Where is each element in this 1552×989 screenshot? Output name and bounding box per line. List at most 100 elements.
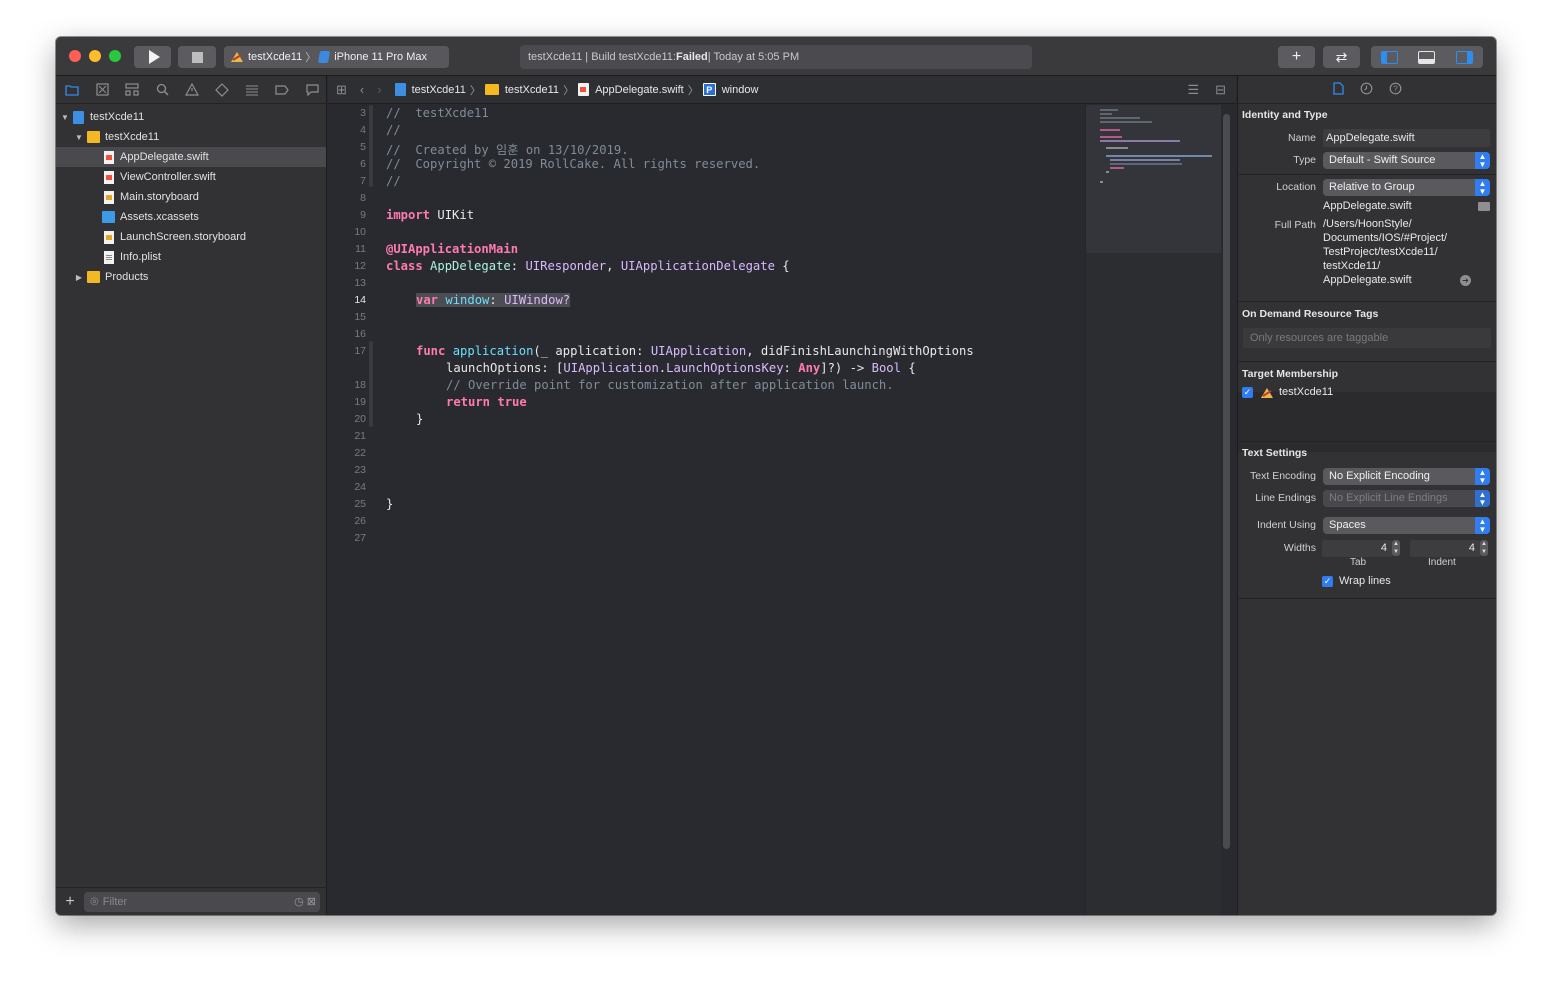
- minimap-visible-region[interactable]: [1086, 105, 1221, 253]
- jumpbar-group[interactable]: testXcde11: [505, 84, 559, 96]
- type-name: UIApplicationDelegate: [620, 259, 775, 273]
- chevron-right-icon: 〉: [305, 52, 317, 64]
- full-path-line: AppDelegate.swift: [1323, 274, 1412, 286]
- navigator-filter-bar: + ◎ Filter ◷ ⊠: [56, 887, 327, 915]
- toggle-debug-area-button[interactable]: [1408, 46, 1445, 68]
- code-review-button[interactable]: ⇄: [1323, 46, 1360, 68]
- report-icon[interactable]: [304, 82, 320, 98]
- toggle-inspector-button[interactable]: [1446, 46, 1483, 68]
- location-popup-value: Relative to Group: [1329, 181, 1415, 193]
- divider: [1238, 598, 1496, 599]
- tab-width-stepper[interactable]: ▲ ▼: [1392, 540, 1400, 556]
- tab-width-field[interactable]: 4: [1322, 540, 1392, 557]
- tree-row-project[interactable]: ▼ testXcde11: [56, 107, 326, 127]
- code-text: :: [489, 293, 505, 307]
- filter-input[interactable]: ◎ Filter ◷ ⊠: [84, 891, 320, 912]
- line-endings-popup[interactable]: No Explicit Line Endings ▲ ▼: [1323, 490, 1490, 507]
- minimap-line: [1100, 140, 1180, 142]
- recent-files-icon[interactable]: ◷ ⊠: [294, 895, 316, 908]
- type-name: UIApplication: [563, 361, 659, 375]
- issue-warning-icon[interactable]: [184, 82, 200, 98]
- tab-sub-label: Tab: [1350, 557, 1367, 568]
- plist-file-icon: [104, 250, 114, 264]
- bottom-panel-icon: [1418, 50, 1436, 64]
- indent-using-popup[interactable]: Spaces ▲ ▼: [1323, 517, 1490, 534]
- tree-row-file[interactable]: Info.plist: [56, 247, 326, 267]
- quick-help-icon[interactable]: ?: [1389, 82, 1402, 98]
- play-icon: [148, 50, 160, 64]
- tree-row-file[interactable]: LaunchScreen.storyboard: [56, 227, 326, 247]
- toggle-navigator-button[interactable]: [1371, 46, 1408, 68]
- tree-row-file[interactable]: Assets.xcassets: [56, 207, 326, 227]
- type-popup-value: Default - Swift Source: [1329, 154, 1436, 166]
- wrap-lines-checkbox[interactable]: ✓: [1322, 576, 1333, 587]
- test-diamond-icon[interactable]: [214, 82, 230, 98]
- tree-row-group[interactable]: ▼ testXcde11: [56, 127, 326, 147]
- jumpbar-symbol[interactable]: window: [722, 84, 759, 96]
- reveal-in-finder-icon[interactable]: ➔: [1460, 275, 1471, 286]
- line-endings-popup-value: No Explicit Line Endings: [1329, 492, 1448, 504]
- type-popup[interactable]: Default - Swift Source ▲ ▼: [1323, 152, 1490, 169]
- history-inspector-icon[interactable]: [1360, 82, 1373, 98]
- type-name: UIWindow?: [504, 293, 571, 307]
- line-number: 6: [360, 158, 366, 170]
- tree-row-file[interactable]: Main.storyboard: [56, 187, 326, 207]
- activity-viewer[interactable]: testXcde11 | Build testXcde11: Failed | …: [520, 45, 1032, 69]
- code-fold-ribbon[interactable]: [369, 341, 373, 427]
- tree-row-group[interactable]: ▶ Products: [56, 267, 326, 287]
- zoom-window-button[interactable]: [109, 50, 121, 62]
- editor-scrollbar[interactable]: [1223, 114, 1230, 849]
- minimap-line: [1106, 171, 1109, 173]
- encoding-popup[interactable]: No Explicit Encoding ▲ ▼: [1323, 468, 1490, 485]
- folder-icon: [484, 84, 499, 95]
- current-line-number: 14: [354, 294, 366, 306]
- code-area[interactable]: 3 4 5 6 7 8 9 10 11 12 13 14 15 16 17 18…: [328, 105, 1085, 915]
- code-line: import UIKit: [386, 208, 474, 222]
- file-label: AppDelegate.swift: [120, 151, 209, 163]
- tree-row-file[interactable]: ViewController.swift: [56, 167, 326, 187]
- swift-file-icon: [578, 83, 590, 96]
- disclosure-closed-icon: ▶: [75, 272, 83, 282]
- line-number: 11: [355, 243, 366, 255]
- file-inspector-icon[interactable]: [1332, 81, 1344, 98]
- folder-icon[interactable]: [64, 82, 80, 98]
- choose-folder-icon[interactable]: [1478, 202, 1490, 211]
- back-arrow-icon[interactable]: ‹: [360, 82, 364, 97]
- file-label: ViewController.swift: [120, 171, 216, 183]
- location-popup[interactable]: Relative to Group ▲ ▼: [1323, 179, 1490, 196]
- debug-navigator-icon[interactable]: [244, 82, 260, 98]
- code-line: return true: [446, 395, 527, 409]
- add-file-button[interactable]: +: [56, 893, 84, 911]
- jumpbar-project[interactable]: testXcde11: [412, 84, 466, 96]
- name-field[interactable]: AppDelegate.swift: [1323, 129, 1490, 147]
- search-icon[interactable]: [154, 82, 170, 98]
- divider: [1238, 301, 1496, 302]
- target-checkbox[interactable]: ✓: [1242, 387, 1253, 398]
- add-editor-icon[interactable]: ⊟: [1215, 82, 1226, 98]
- source-editor: ⊞ ‹ › testXcde11 〉 testXcde11 〉 AppDeleg…: [328, 76, 1236, 915]
- app-target-icon: [1261, 388, 1273, 398]
- scheme-selector[interactable]: testXcde11 〉 iPhone 11 Pro Max: [224, 46, 449, 68]
- code-line: // Override point for customization afte…: [446, 378, 894, 392]
- line-number: 15: [354, 311, 366, 323]
- symbol-navigator-icon[interactable]: [124, 82, 140, 98]
- breakpoint-icon[interactable]: [274, 82, 290, 98]
- stop-button[interactable]: [178, 46, 216, 68]
- forward-arrow-icon[interactable]: ›: [377, 82, 381, 97]
- tree-row-file[interactable]: AppDelegate.swift: [56, 147, 326, 167]
- minimize-window-button[interactable]: [89, 50, 101, 62]
- minimap[interactable]: [1085, 105, 1221, 915]
- source-control-icon[interactable]: [94, 82, 110, 98]
- jumpbar-file[interactable]: AppDelegate.swift: [595, 84, 684, 96]
- code-fold-ribbon[interactable]: [369, 105, 373, 187]
- line-number: 20: [354, 413, 366, 425]
- run-button[interactable]: [134, 46, 171, 68]
- library-button[interactable]: +: [1278, 46, 1315, 68]
- code-text: {: [900, 361, 916, 375]
- indent-width-field[interactable]: 4: [1410, 540, 1480, 557]
- related-items-icon[interactable]: ⊞: [336, 82, 347, 98]
- close-window-button[interactable]: [69, 50, 81, 62]
- editor-options-icon[interactable]: ☰: [1187, 82, 1199, 98]
- minimap-line: [1100, 109, 1118, 111]
- indent-width-stepper[interactable]: ▲ ▼: [1480, 540, 1488, 556]
